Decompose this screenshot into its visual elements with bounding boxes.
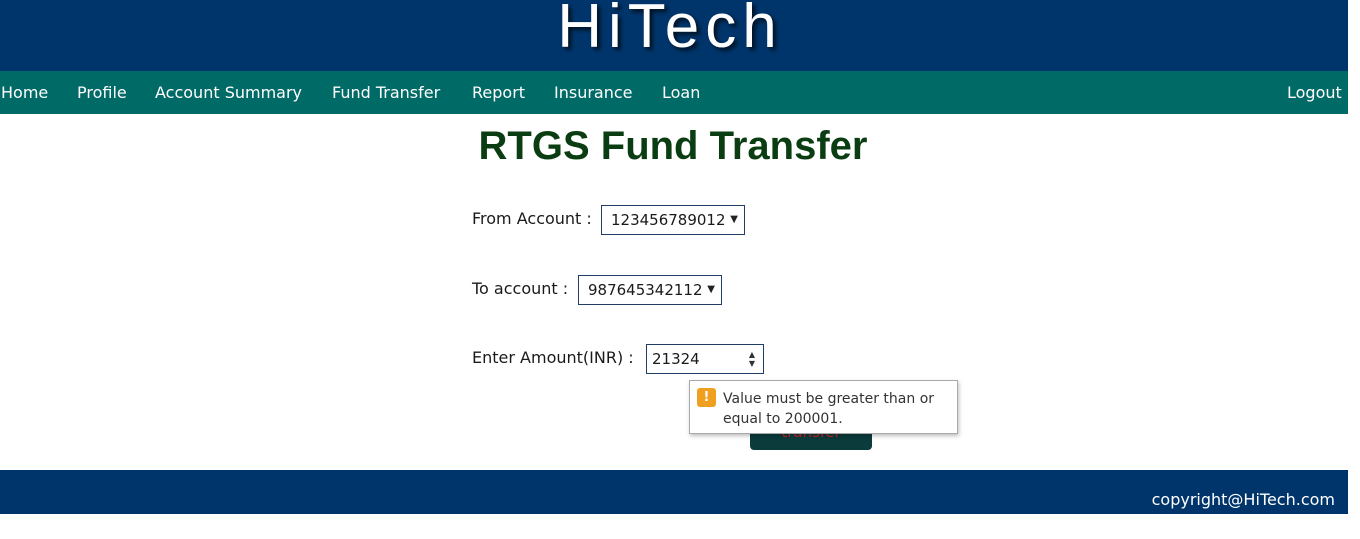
chevron-down-icon: ▼ <box>730 214 738 225</box>
amount-input[interactable]: 21324 ▲ ▼ <box>646 344 764 374</box>
nav-insurance[interactable]: Insurance <box>554 71 633 114</box>
site-header: HiTech <box>0 0 1348 71</box>
to-account-select[interactable]: 987645342112 ▼ <box>578 275 722 305</box>
amount-label: Enter Amount(INR) : <box>472 348 634 367</box>
page-title: RTGS Fund Transfer <box>478 124 868 168</box>
to-account-value: 987645342112 <box>588 281 703 299</box>
nav-home[interactable]: Home <box>1 71 48 114</box>
site-footer: copyright@HiTech.com <box>0 470 1348 514</box>
to-account-label: To account : <box>472 279 569 298</box>
validation-message: Value must be greater than or equal to 2… <box>723 391 935 427</box>
warning-icon: ! <box>697 388 716 407</box>
brand-logo: HiTech <box>557 0 783 61</box>
amount-value: 21324 <box>652 350 700 368</box>
chevron-down-icon: ▼ <box>707 284 715 295</box>
spinner-icon[interactable]: ▲ ▼ <box>747 350 757 368</box>
validation-tooltip: ! Value must be greater than or equal to… <box>689 380 958 434</box>
nav-report[interactable]: Report <box>472 71 525 114</box>
from-account-select[interactable]: 123456789012 ▼ <box>601 205 745 235</box>
nav-logout[interactable]: Logout <box>1287 71 1342 114</box>
nav-fund-transfer[interactable]: Fund Transfer <box>332 71 440 114</box>
nav-loan[interactable]: Loan <box>662 71 700 114</box>
nav-account-summary[interactable]: Account Summary <box>155 71 302 114</box>
main-nav: Home Profile Account Summary Fund Transf… <box>0 71 1348 114</box>
from-account-label: From Account : <box>472 209 592 228</box>
copyright-text: copyright@HiTech.com <box>1151 490 1335 509</box>
nav-profile[interactable]: Profile <box>77 71 127 114</box>
from-account-value: 123456789012 <box>611 211 726 229</box>
page-edge <box>1348 0 1360 539</box>
